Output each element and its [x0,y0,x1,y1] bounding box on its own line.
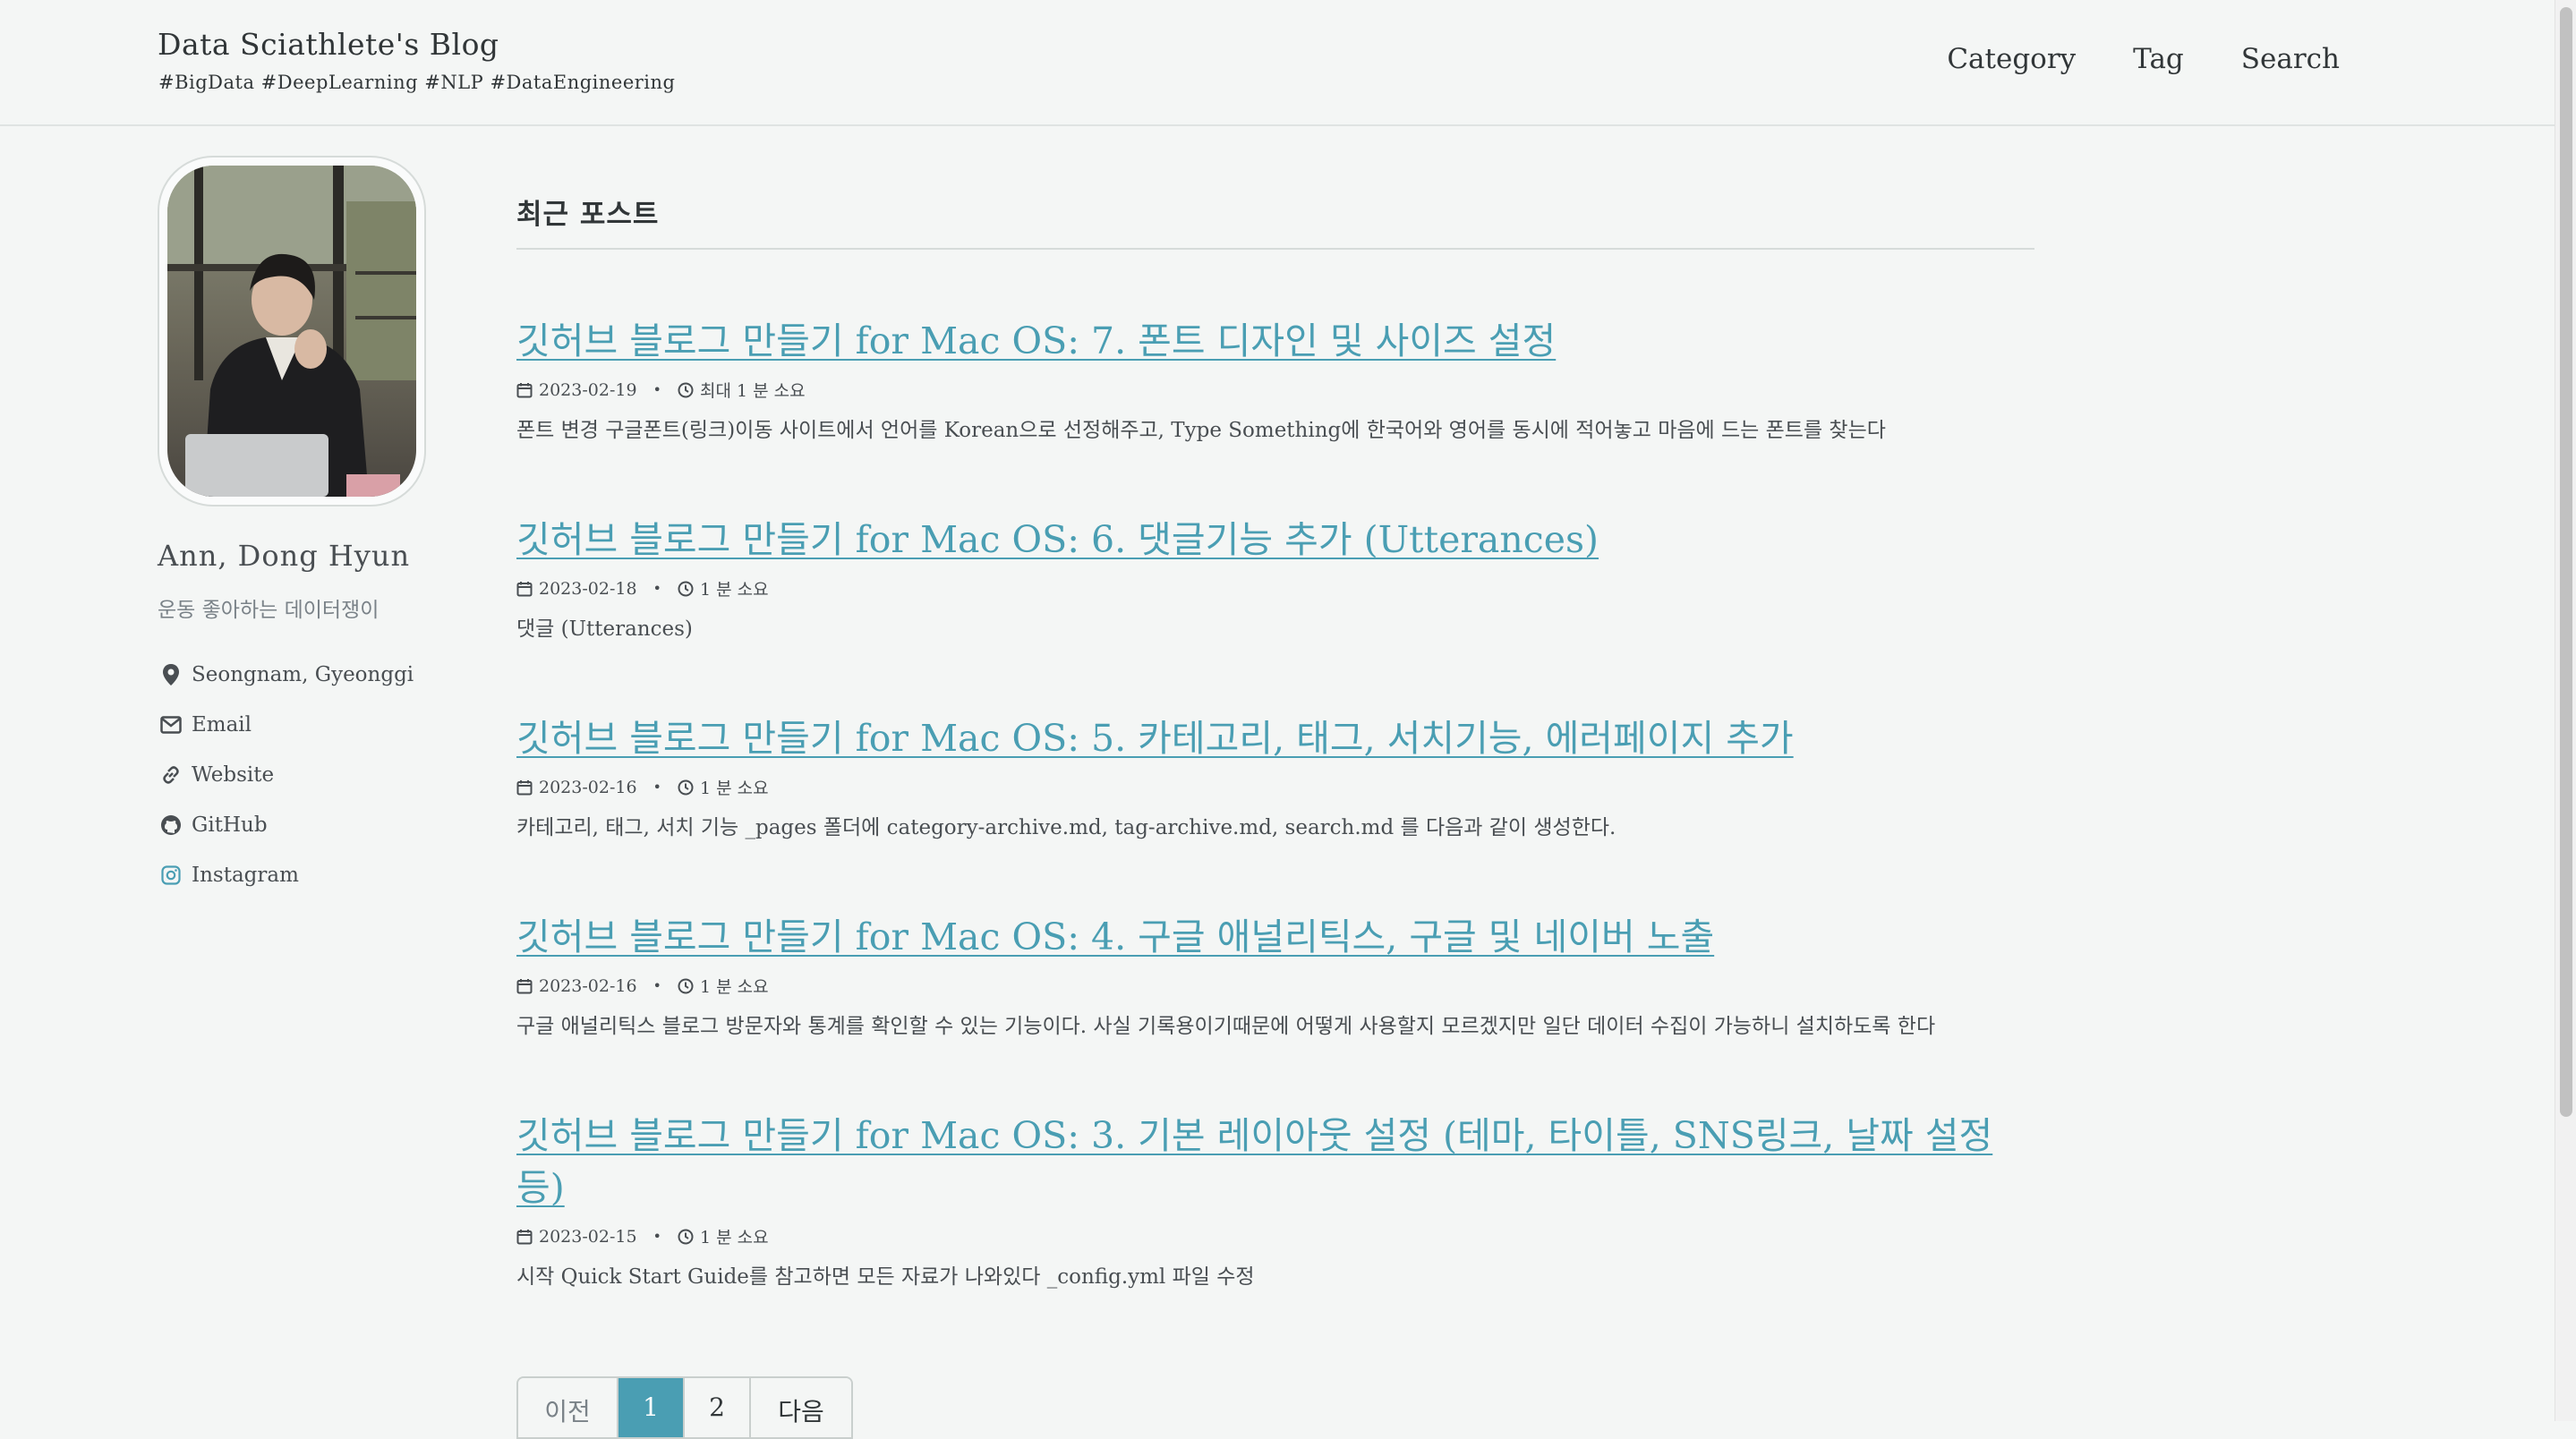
site-subtitle: #BigData #DeepLearning #NLP #DataEnginee… [158,72,676,93]
avatar [158,156,426,507]
author-link-instagram[interactable]: Instagram [158,859,480,891]
author-link-label: Website [192,763,275,787]
post-item: 깃허브 블로그 만들기 for Mac OS: 7. 폰트 디자인 및 사이즈 … [516,315,2034,464]
avatar-photo [167,166,416,497]
author-link-email[interactable]: Email [158,709,480,741]
nav-category[interactable]: Category [1947,43,2076,75]
post-excerpt: 구글 애널리틱스 블로그 방문자와 통계를 확인할 수 있는 기능이다. 사실 … [516,1015,1936,1038]
author-sidebar: Ann, Dong Hyun 운동 좋아하는 데이터쟁이 Seongnam, G… [158,156,480,909]
instagram-icon [158,862,184,889]
post-title-link[interactable]: 깃허브 블로그 만들기 for Mac OS: 4. 구글 애널리틱스, 구글 … [516,911,2034,963]
masthead: Data Sciathlete's Blog #BigData #DeepLea… [0,0,2555,126]
post-read-time: 최대 1 분 소요 [699,381,806,401]
post-title-link[interactable]: 깃허브 블로그 만들기 for Mac OS: 3. 기본 레이아웃 설정 (테… [516,1110,2034,1213]
author-link-label: Seongnam, Gyeonggi [192,663,414,686]
clock-icon [678,580,695,598]
author-link-website[interactable]: Website [158,759,480,791]
clock-icon [678,1228,695,1246]
post-item: 깃허브 블로그 만들기 for Mac OS: 3. 기본 레이아웃 설정 (테… [516,1110,2034,1310]
clock-icon [678,381,695,399]
location-icon [158,661,184,688]
pagination-next[interactable]: 다음 [751,1378,851,1437]
post-date: 2023-02-16 [539,777,637,797]
post-date: 2023-02-16 [539,975,637,996]
meta-separator: • [653,977,661,994]
clock-icon [678,977,695,995]
pagination: 이전 1 2 다음 [516,1376,853,1439]
pagination-prev[interactable]: 이전 [518,1378,618,1437]
post-meta: 2023-02-16 • 1 분 소요 [516,775,2034,799]
calendar-icon [516,779,534,796]
scrollbar-thumb[interactable] [2560,7,2572,1117]
post-item: 깃허브 블로그 만들기 for Mac OS: 5. 카테고리, 태그, 서치기… [516,712,2034,861]
post-date: 2023-02-19 [539,379,637,400]
meta-separator: • [653,381,661,398]
github-icon [158,812,184,839]
link-icon [158,762,184,788]
post-title-link[interactable]: 깃허브 블로그 만들기 for Mac OS: 6. 댓글기능 추가 (Utte… [516,514,2034,566]
email-icon [158,711,184,738]
clock-icon [678,779,695,796]
post-read-time: 1 분 소요 [699,779,769,798]
author-link-github[interactable]: GitHub [158,809,480,841]
post-read-time: 1 분 소요 [699,977,769,997]
post-item: 깃허브 블로그 만들기 for Mac OS: 6. 댓글기능 추가 (Utte… [516,514,2034,662]
post-meta: 2023-02-18 • 1 분 소요 [516,576,2034,600]
author-link-location[interactable]: Seongnam, Gyeonggi [158,659,480,691]
top-nav: Category Tag Search [1947,43,2340,75]
post-excerpt: 폰트 변경 구글폰트(링크)이동 사이트에서 언어를 Korean으로 선정해주… [516,419,1886,442]
section-title: 최근 포스트 [516,192,2034,250]
meta-separator: • [653,1228,661,1245]
author-links: Seongnam, Gyeonggi Email Website GitHub … [158,659,480,891]
site-title[interactable]: Data Sciathlete's Blog [158,27,499,62]
nav-search[interactable]: Search [2241,43,2340,75]
post-title-link[interactable]: 깃허브 블로그 만들기 for Mac OS: 7. 폰트 디자인 및 사이즈 … [516,315,2034,367]
post-meta: 2023-02-16 • 1 분 소요 [516,974,2034,998]
page-scrollbar[interactable] [2555,0,2576,1421]
post-excerpt: 댓글 (Utterances) [516,617,693,641]
calendar-icon [516,381,534,399]
pagination-page-1[interactable]: 1 [618,1378,685,1437]
author-link-label: Instagram [192,864,299,887]
author-link-label: Email [192,713,252,737]
calendar-icon [516,977,534,995]
post-read-time: 1 분 소요 [699,580,769,600]
calendar-icon [516,1228,534,1246]
recent-posts: 최근 포스트 [516,192,2034,250]
post-item: 깃허브 블로그 만들기 for Mac OS: 4. 구글 애널리틱스, 구글 … [516,911,2034,1060]
post-excerpt: 시작 Quick Start Guide를 참고하면 모든 자료가 나와있다 _… [516,1265,1255,1289]
meta-separator: • [653,779,661,796]
post-date: 2023-02-18 [539,578,637,599]
author-bio: 운동 좋아하는 데이터쟁이 [158,599,380,622]
avatar-image [167,166,416,497]
author-link-label: GitHub [192,813,268,837]
post-excerpt: 카테고리, 태그, 서치 기능 _pages 폴더에 category-arch… [516,816,1616,839]
pagination-page-2[interactable]: 2 [685,1378,751,1437]
post-date: 2023-02-15 [539,1226,637,1247]
author-name: Ann, Dong Hyun [158,539,411,573]
post-read-time: 1 분 소요 [699,1228,769,1247]
post-title-link[interactable]: 깃허브 블로그 만들기 for Mac OS: 5. 카테고리, 태그, 서치기… [516,712,2034,764]
nav-tag[interactable]: Tag [2133,43,2184,75]
calendar-icon [516,580,534,598]
post-meta: 2023-02-15 • 1 분 소요 [516,1224,2034,1248]
meta-separator: • [653,580,661,597]
post-meta: 2023-02-19 • 최대 1 분 소요 [516,378,2034,402]
